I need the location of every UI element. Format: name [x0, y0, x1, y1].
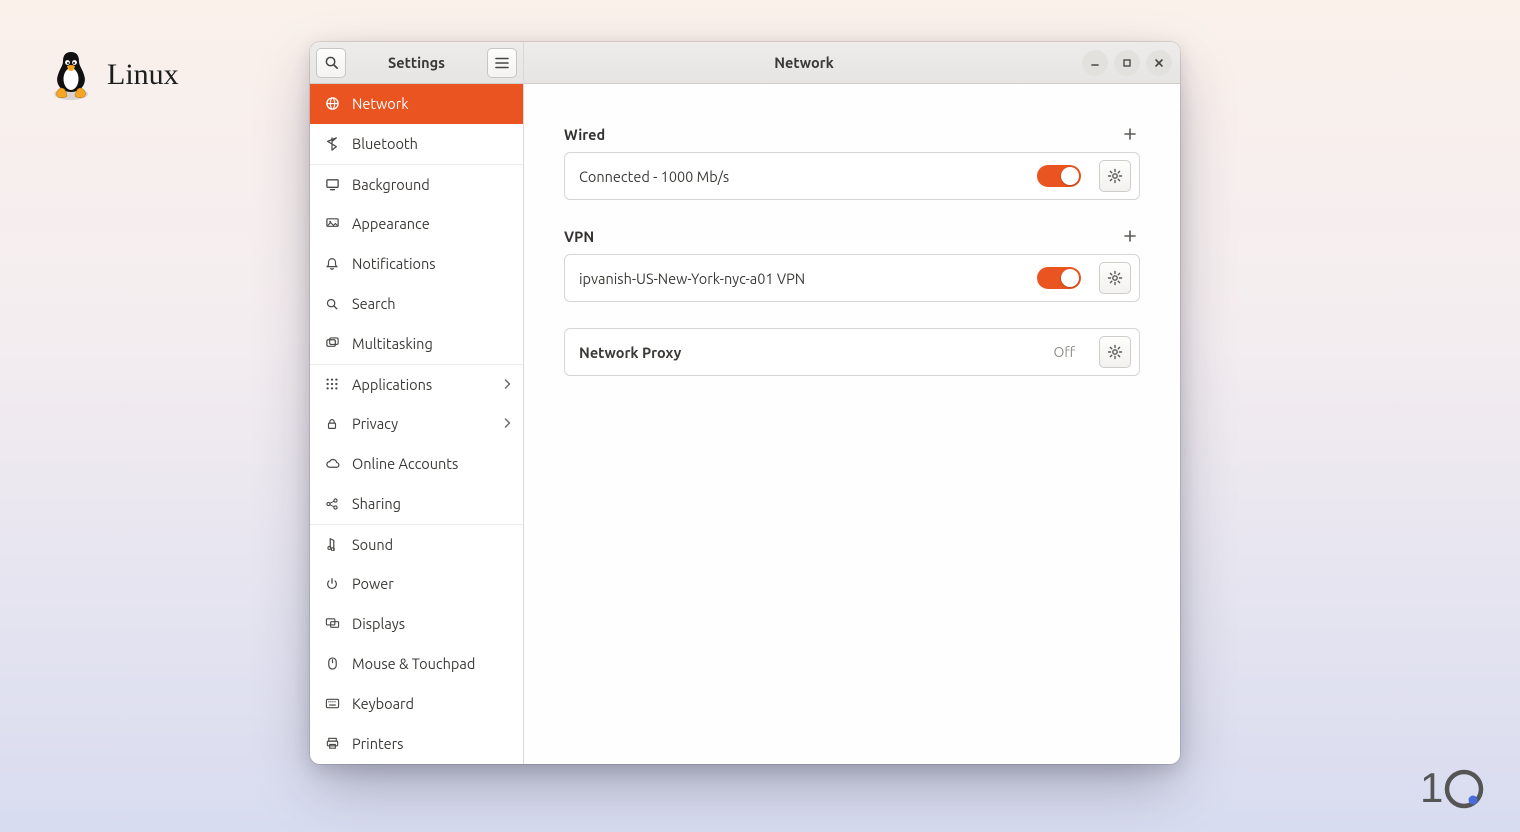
sidebar-item-online-accounts[interactable]: Online Accounts [310, 444, 523, 484]
cloud-icon [324, 456, 340, 471]
sound-icon [324, 537, 340, 551]
chevron-right-icon [503, 376, 511, 393]
share-icon [324, 497, 340, 511]
sidebar-item-label: Applications [352, 376, 432, 393]
content-area: Wired Connected - 1000 Mb/s VPN [524, 84, 1180, 764]
sidebar-list: Network Bluetooth Background Appearance Noti… [310, 84, 523, 764]
page-card: { "branding": { "wordmark": "Linux" }, "… [0, 0, 1520, 832]
sidebar-headerbar: Settings [310, 42, 523, 84]
add-vpn-button[interactable] [1120, 226, 1140, 246]
sidebar: Settings Network Bluetooth Background Appea… [310, 42, 524, 764]
sidebar-item-label: Privacy [352, 415, 398, 432]
hamburger-menu-button[interactable] [487, 48, 517, 78]
sidebar-item-printers[interactable]: Printers [310, 724, 523, 764]
grid-icon [324, 377, 340, 391]
mouse-icon [324, 656, 340, 671]
section-title-wired: Wired [564, 126, 605, 143]
sidebar-item-keyboard[interactable]: Keyboard [310, 684, 523, 724]
vpn-connection-row[interactable]: ipvanish-US-New-York-nyc-a01 VPN [564, 254, 1140, 302]
proxy-status: Off [1053, 344, 1075, 360]
sidebar-item-label: Mouse & Touchpad [352, 655, 475, 672]
sidebar-item-notifications[interactable]: Notifications [310, 244, 523, 284]
maximize-button[interactable] [1114, 50, 1140, 76]
page-title: Network [532, 54, 1076, 71]
sidebar-item-network[interactable]: Network [310, 84, 523, 124]
add-wired-button[interactable] [1120, 124, 1140, 144]
sidebar-item-power[interactable]: Power [310, 564, 523, 604]
section-title-vpn: VPN [564, 228, 594, 245]
wired-connection-row[interactable]: Connected - 1000 Mb/s [564, 152, 1140, 200]
sidebar-item-label: Search [352, 295, 396, 312]
sidebar-item-label: Keyboard [352, 695, 414, 712]
sidebar-item-label: Printers [352, 735, 403, 752]
close-button[interactable] [1146, 50, 1172, 76]
wired-toggle[interactable] [1037, 165, 1081, 187]
sidebar-item-label: Power [352, 575, 394, 592]
sidebar-item-label: Multitasking [352, 335, 433, 352]
svg-text:1: 1 [1420, 764, 1442, 811]
sidebar-item-sound[interactable]: Sound [310, 524, 523, 564]
sidebar-item-label: Online Accounts [352, 455, 458, 472]
lock-icon [324, 417, 340, 431]
sidebar-item-appearance[interactable]: Appearance [310, 204, 523, 244]
section-head-wired: Wired [564, 124, 1140, 144]
sidebar-item-label: Sound [352, 536, 393, 553]
search-button[interactable] [316, 48, 346, 78]
monitor-icon [324, 177, 340, 192]
search-icon [324, 297, 340, 311]
vpn-toggle[interactable] [1037, 267, 1081, 289]
sidebar-item-label: Appearance [352, 215, 430, 232]
sidebar-item-displays[interactable]: Displays [310, 604, 523, 644]
vpn-settings-button[interactable] [1099, 262, 1131, 294]
keyboard-icon [324, 697, 340, 710]
sidebar-item-label: Notifications [352, 255, 436, 272]
power-icon [324, 577, 340, 591]
sidebar-item-label: Background [352, 176, 430, 193]
main-panel: Network Wired C [524, 42, 1180, 764]
multitask-icon [324, 336, 340, 351]
wired-status-label: Connected - 1000 Mb/s [579, 168, 729, 185]
network-proxy-row[interactable]: Network Proxy Off [564, 328, 1140, 376]
settings-window: Settings Network Bluetooth Background Appea… [310, 42, 1180, 764]
sidebar-item-label: Bluetooth [352, 135, 418, 152]
sidebar-item-search[interactable]: Search [310, 284, 523, 324]
vpn-name-label: ipvanish-US-New-York-nyc-a01 VPN [579, 270, 805, 287]
bell-icon [324, 257, 340, 271]
printer-icon [324, 736, 340, 751]
watermark-10-icon: 1 [1420, 762, 1490, 812]
sidebar-item-multitasking[interactable]: Multitasking [310, 324, 523, 364]
displays-icon [324, 616, 340, 631]
bluetooth-icon [324, 137, 340, 151]
sidebar-item-applications[interactable]: Applications [310, 364, 523, 404]
linux-logo-block: Linux [47, 48, 179, 102]
main-headerbar: Network [524, 42, 1180, 84]
chevron-right-icon [503, 415, 511, 432]
section-head-vpn: VPN [564, 226, 1140, 246]
minimize-button[interactable] [1082, 50, 1108, 76]
sidebar-item-label: Sharing [352, 495, 401, 512]
wired-settings-button[interactable] [1099, 160, 1131, 192]
sidebar-title: Settings [352, 54, 481, 71]
globe-icon [324, 96, 340, 111]
sidebar-item-label: Displays [352, 615, 405, 632]
sidebar-item-bluetooth[interactable]: Bluetooth [310, 124, 523, 164]
tux-icon [47, 48, 95, 102]
sidebar-item-privacy[interactable]: Privacy [310, 404, 523, 444]
sidebar-item-sharing[interactable]: Sharing [310, 484, 523, 524]
appearance-icon [324, 216, 340, 231]
proxy-settings-button[interactable] [1099, 336, 1131, 368]
linux-wordmark: Linux [107, 58, 179, 92]
sidebar-item-background[interactable]: Background [310, 164, 523, 204]
proxy-label: Network Proxy [579, 344, 681, 361]
sidebar-item-mouse-touchpad[interactable]: Mouse & Touchpad [310, 644, 523, 684]
sidebar-item-label: Network [352, 95, 409, 112]
